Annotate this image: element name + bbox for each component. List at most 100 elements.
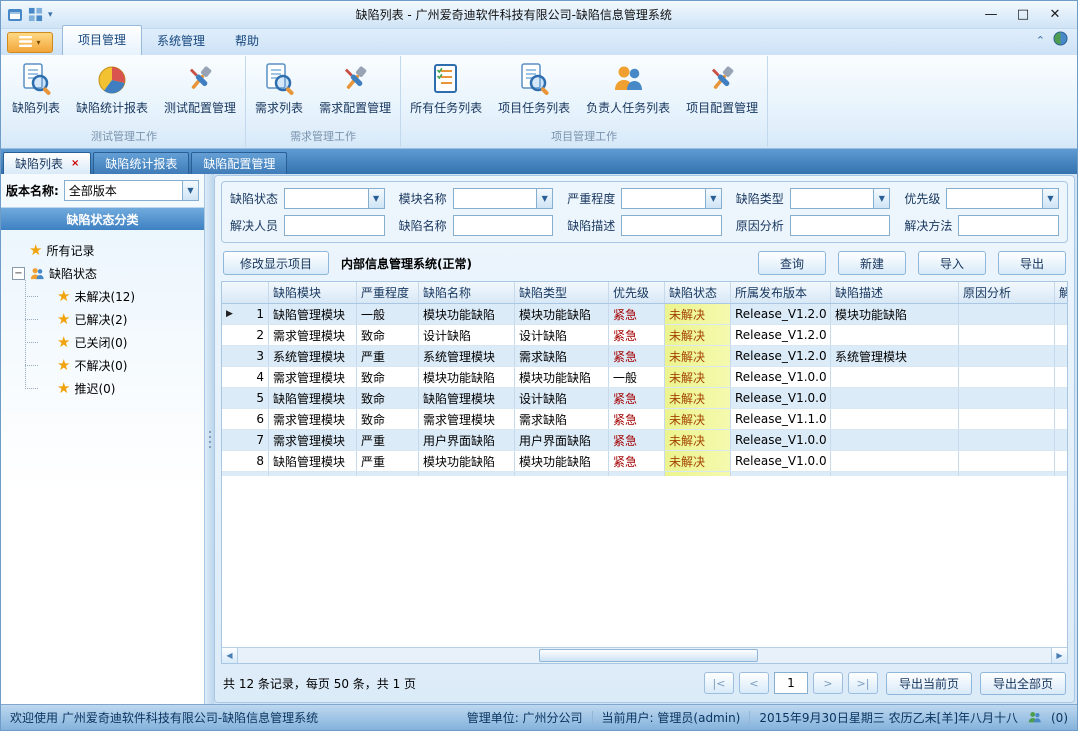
document-tab-缺陷统计报表[interactable]: 缺陷统计报表: [93, 152, 189, 174]
ribbon-button-需求配置管理[interactable]: 需求配置管理: [311, 56, 399, 116]
ribbon-button-项目配置管理[interactable]: 项目配置管理: [678, 56, 766, 116]
ribbon-tab-row: ▾ 项目管理系统管理帮助 ⌃: [1, 29, 1077, 55]
export-current-page-button[interactable]: 导出当前页: [886, 672, 972, 695]
next-page-button[interactable]: >: [813, 672, 843, 694]
tree-item-已解决(2)[interactable]: ★已解决(2): [25, 308, 200, 331]
version-select[interactable]: 全部版本 ▼: [64, 180, 199, 201]
ribbon-button-label: 缺陷统计报表: [76, 99, 148, 116]
application-menu-button[interactable]: ▾: [7, 32, 53, 53]
tree-item-推迟(0)[interactable]: ★推迟(0): [25, 377, 200, 400]
scroll-right-icon[interactable]: ▶: [1051, 648, 1067, 663]
table-row-7[interactable]: 7需求管理模块严重用户界面缺陷用户界面缺陷紧急未解决Release_V1.0.0: [222, 430, 1067, 451]
filter-select-严重程度[interactable]: ▼: [621, 188, 722, 209]
table-row-4[interactable]: 4需求管理模块致命模块功能缺陷模块功能缺陷一般未解决Release_V1.0.0: [222, 367, 1067, 388]
column-header-解决方法[interactable]: 解决方法: [1055, 282, 1068, 303]
column-header-优先级[interactable]: 优先级: [609, 282, 665, 303]
filter-label-解决人员: 解决人员: [230, 217, 278, 234]
filter-select-优先级[interactable]: ▼: [946, 188, 1059, 209]
column-header-所属发布版本[interactable]: 所属发布版本: [731, 282, 831, 303]
tree-item-label: 所有记录: [46, 242, 94, 259]
column-header-严重程度[interactable]: 严重程度: [357, 282, 419, 303]
filter-input-解决方法[interactable]: [958, 215, 1059, 236]
table-row-5[interactable]: 5缺陷管理模块致命缺陷管理模块设计缺陷紧急未解决Release_V1.0.0: [222, 388, 1067, 409]
first-page-button[interactable]: |<: [704, 672, 734, 694]
last-page-button[interactable]: >|: [848, 672, 878, 694]
page-number-input[interactable]: 1: [774, 672, 808, 694]
document-tab-缺陷列表[interactable]: 缺陷列表×: [3, 152, 91, 174]
window-layout-icon[interactable]: [28, 7, 43, 22]
horizontal-scrollbar[interactable]: ◀ ▶: [222, 647, 1067, 663]
scroll-left-icon[interactable]: ◀: [222, 648, 238, 663]
filter-input-缺陷名称[interactable]: [453, 215, 554, 236]
scrollbar-track[interactable]: [238, 648, 1051, 663]
cell-description: 模块功能缺陷: [831, 304, 959, 324]
close-tab-icon[interactable]: ×: [71, 158, 79, 169]
prev-page-button[interactable]: <: [739, 672, 769, 694]
table-row-3[interactable]: 3系统管理模块严重系统管理模块需求缺陷紧急未解决Release_V1.2.0系统…: [222, 346, 1067, 367]
ribbon-tab-系统管理[interactable]: 系统管理: [142, 27, 220, 55]
search-doc-icon: [262, 62, 296, 96]
collapse-ribbon-icon[interactable]: ⌃: [1036, 34, 1045, 47]
close-button[interactable]: ✕: [1039, 4, 1071, 26]
column-header-缺陷描述[interactable]: 缺陷描述: [831, 282, 959, 303]
tree-item-缺陷状态[interactable]: −缺陷状态: [5, 262, 200, 285]
splitter-handle[interactable]: [205, 174, 214, 704]
skin-selector-icon[interactable]: [1053, 31, 1068, 49]
cell-type: 需求缺陷: [515, 409, 609, 429]
cell-status: 未解决: [665, 346, 731, 366]
scrollbar-thumb[interactable]: [539, 649, 759, 662]
tree-item-已关闭(0)[interactable]: ★已关闭(0): [25, 331, 200, 354]
maximize-button[interactable]: □: [1007, 4, 1039, 26]
chevron-down-icon: ▼: [705, 189, 721, 208]
export-button[interactable]: 导出: [998, 251, 1066, 275]
cell-priority: 紧急: [609, 388, 665, 408]
ribbon-tab-项目管理[interactable]: 项目管理: [62, 25, 142, 55]
modify-columns-button[interactable]: 修改显示项目: [223, 251, 329, 275]
column-header-缺陷类型[interactable]: 缺陷类型: [515, 282, 609, 303]
cell-priority: 紧急: [609, 451, 665, 471]
ribbon-button-缺陷统计报表[interactable]: 缺陷统计报表: [68, 56, 156, 116]
quick-access-toolbar: ▾: [7, 7, 53, 23]
filter-input-解决人员[interactable]: [284, 215, 385, 236]
filter-select-模块名称[interactable]: ▼: [453, 188, 554, 209]
ribbon-button-负责人任务列表[interactable]: 负责人任务列表: [578, 56, 678, 116]
document-tab-缺陷配置管理[interactable]: 缺陷配置管理: [191, 152, 287, 174]
table-row-8[interactable]: 8缺陷管理模块严重模块功能缺陷模块功能缺陷紧急未解决Release_V1.0.0: [222, 451, 1067, 472]
table-row-2[interactable]: 2需求管理模块致命设计缺陷设计缺陷紧急未解决Release_V1.2.0: [222, 325, 1067, 346]
filter-input-原因分析[interactable]: [790, 215, 891, 236]
star-icon: ★: [57, 335, 70, 350]
query-button[interactable]: 查询: [758, 251, 826, 275]
new-button[interactable]: 新建: [838, 251, 906, 275]
minimize-button[interactable]: —: [975, 4, 1007, 26]
ribbon-button-所有任务列表[interactable]: 所有任务列表: [402, 56, 490, 116]
cell-status: 未解决: [665, 409, 731, 429]
column-header-原因分析[interactable]: 原因分析: [959, 282, 1055, 303]
table-row-1[interactable]: ▶1缺陷管理模块一般模块功能缺陷模块功能缺陷紧急未解决Release_V1.2.…: [222, 304, 1067, 325]
action-row: 修改显示项目 内部信息管理系统(正常) 查询 新建 导入 导出: [223, 251, 1066, 275]
tree-item-不解决(0)[interactable]: ★不解决(0): [25, 354, 200, 377]
ribbon-button-项目任务列表[interactable]: 项目任务列表: [490, 56, 578, 116]
tree-item-未解决(12)[interactable]: ★未解决(12): [25, 285, 200, 308]
version-select-value: 全部版本: [65, 182, 182, 199]
ribbon-tab-帮助[interactable]: 帮助: [220, 27, 274, 55]
table-row-6[interactable]: 6需求管理模块致命需求管理模块需求缺陷紧急未解决Release_V1.1.0: [222, 409, 1067, 430]
cell-priority: 紧急: [609, 325, 665, 345]
search-doc-icon: [517, 62, 551, 96]
import-button[interactable]: 导入: [918, 251, 986, 275]
app-logo-icon[interactable]: [7, 7, 23, 23]
ribbon-button-需求列表[interactable]: 需求列表: [247, 56, 311, 116]
collapse-box-icon[interactable]: −: [12, 267, 25, 280]
column-header-缺陷模块[interactable]: 缺陷模块: [269, 282, 357, 303]
export-all-pages-button[interactable]: 导出全部页: [980, 672, 1066, 695]
ribbon-button-测试配置管理[interactable]: 测试配置管理: [156, 56, 244, 116]
filter-select-缺陷状态[interactable]: ▼: [284, 188, 385, 209]
cell-version: Release_V1.0.0: [731, 451, 831, 471]
column-header-缺陷名称[interactable]: 缺陷名称: [419, 282, 515, 303]
tools-icon: [705, 62, 739, 96]
column-header-缺陷状态[interactable]: 缺陷状态: [665, 282, 731, 303]
tree-item-所有记录[interactable]: ★所有记录: [5, 239, 200, 262]
cell-module: 缺陷管理模块: [269, 451, 357, 471]
filter-select-缺陷类型[interactable]: ▼: [790, 188, 891, 209]
ribbon-button-缺陷列表[interactable]: 缺陷列表: [4, 56, 68, 116]
filter-input-缺陷描述[interactable]: [621, 215, 722, 236]
